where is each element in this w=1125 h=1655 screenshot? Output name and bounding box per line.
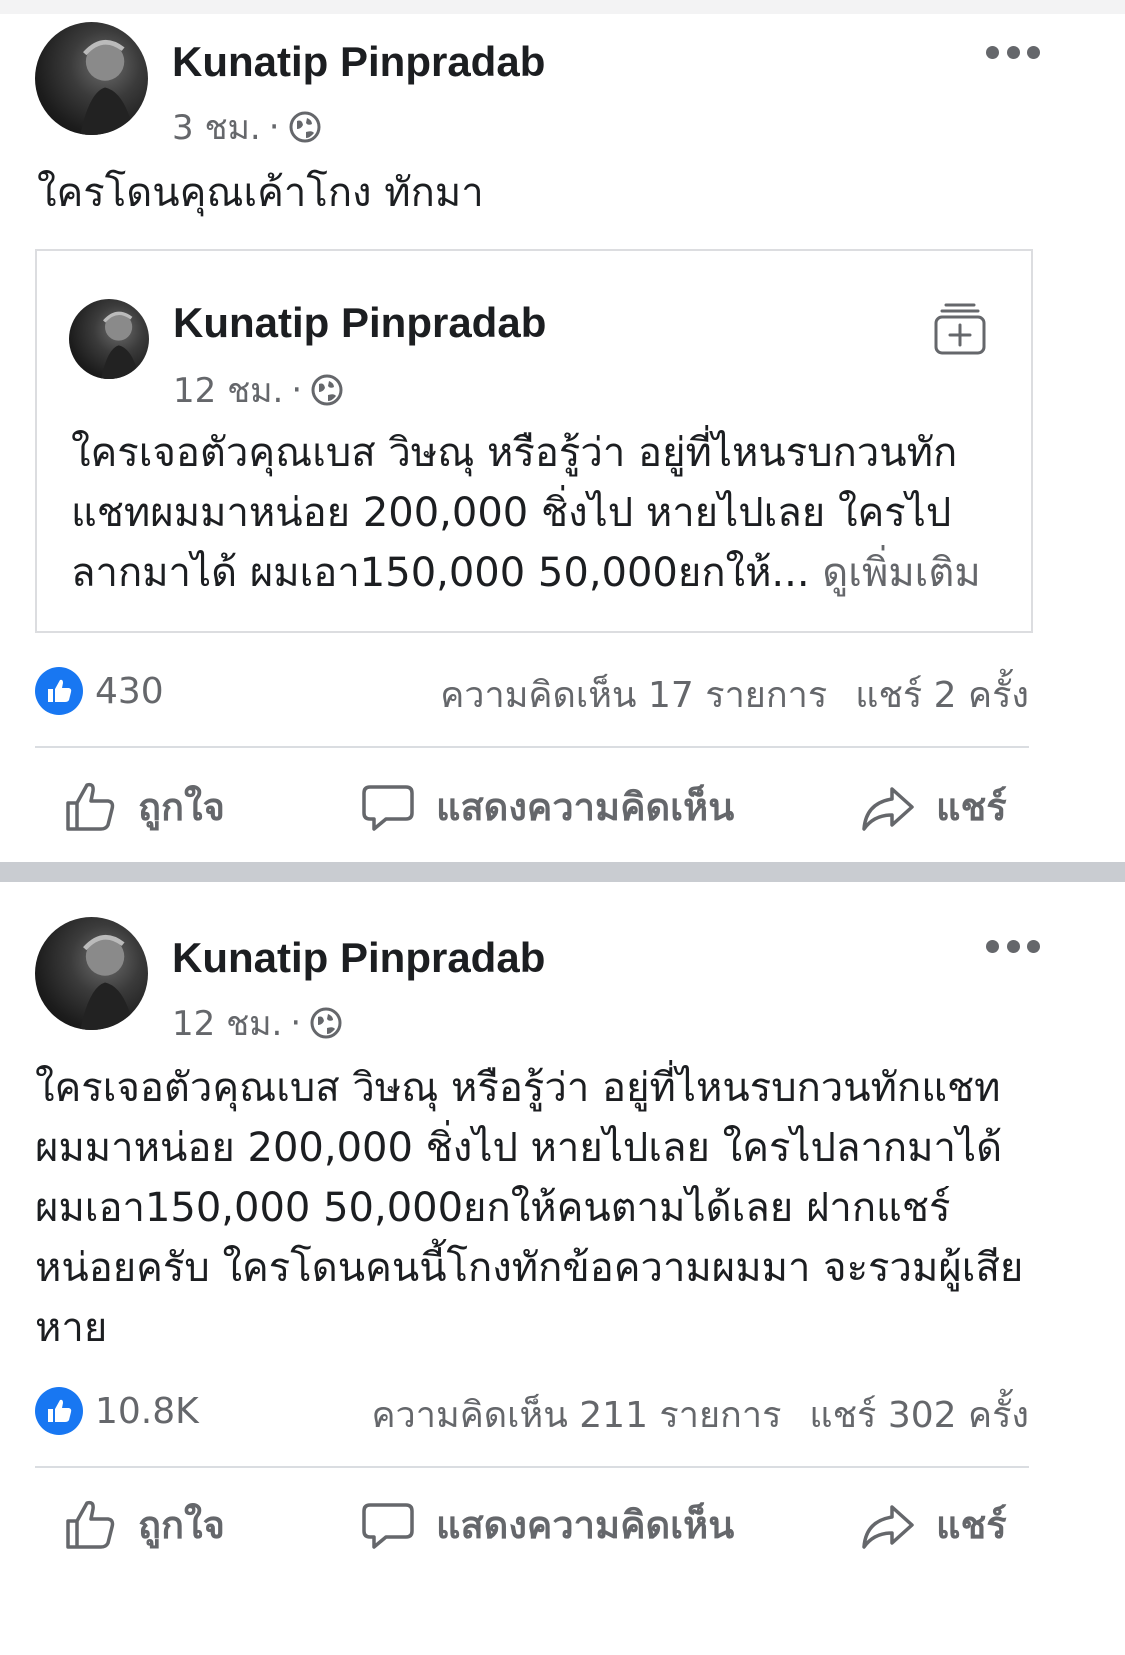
- comment-label: แสดงความคิดเห็น: [436, 785, 735, 829]
- like-count[interactable]: 10.8K: [95, 1391, 199, 1432]
- share-label: แชร์: [936, 785, 1007, 829]
- shared-author-name[interactable]: Kunatip Pinpradab: [173, 299, 546, 347]
- avatar[interactable]: [69, 299, 149, 379]
- like-label: ถูกใจ: [138, 1503, 225, 1547]
- like-reaction-icon[interactable]: [35, 667, 83, 715]
- comment-icon: [362, 1502, 414, 1549]
- like-button[interactable]: ถูกใจ: [62, 776, 225, 837]
- comment-button[interactable]: แสดงความคิดเห็น: [360, 1494, 734, 1555]
- post-stats: 430 ความคิดเห็น 17 รายการ แชร์ 2 ครั้ง: [35, 666, 1029, 716]
- share-button[interactable]: แชร์: [860, 1494, 1007, 1555]
- globe-icon: [288, 110, 322, 144]
- save-to-collection-icon[interactable]: [930, 299, 990, 359]
- share-count[interactable]: แชร์ 2 ครั้ง: [855, 666, 1029, 723]
- comment-button[interactable]: แสดงความคิดเห็น: [360, 776, 734, 837]
- shared-post-meta: 12 ชม. ·: [173, 363, 344, 417]
- stats-right: ความคิดเห็น 17 รายการ แชร์ 2 ครั้ง: [440, 666, 1029, 723]
- comment-count[interactable]: ความคิดเห็น 211 รายการ: [371, 1386, 781, 1443]
- author-name[interactable]: Kunatip Pinpradab: [172, 934, 545, 982]
- like-count[interactable]: 430: [95, 671, 164, 712]
- see-more-link[interactable]: ดูเพิ่มเติม: [822, 550, 980, 596]
- share-label: แชร์: [936, 1503, 1007, 1547]
- thumbs-up-icon: [66, 782, 115, 831]
- comment-label: แสดงความคิดเห็น: [436, 1503, 735, 1547]
- post-text: ใครโดนคุณเค้าโกง ทักมา: [37, 170, 484, 216]
- post-stats: 10.8K ความคิดเห็น 211 รายการ แชร์ 302 คร…: [35, 1386, 1029, 1436]
- post-time[interactable]: 12 ชม.: [172, 996, 282, 1050]
- meta-separator: ·: [291, 370, 303, 410]
- more-options-icon[interactable]: [986, 936, 1040, 956]
- author-name[interactable]: Kunatip Pinpradab: [172, 38, 545, 86]
- post-meta: 12 ชม. ·: [172, 996, 343, 1050]
- post-2: Kunatip Pinpradab 12 ชม. · ใครเจอตัวคุณเ…: [0, 882, 1125, 1655]
- action-bar: ถูกใจ แสดงความคิดเห็น แชร์: [0, 770, 1125, 840]
- share-icon: [862, 1504, 914, 1549]
- shared-post-text: ใครเจอตัวคุณเบส วิษณุ หรือรู้ว่า อยู่ที่…: [71, 423, 991, 603]
- thumbs-up-icon: [66, 1500, 115, 1549]
- globe-icon: [310, 373, 344, 407]
- divider: [35, 1466, 1029, 1468]
- share-button[interactable]: แชร์: [860, 776, 1007, 837]
- action-bar: ถูกใจ แสดงความคิดเห็น แชร์: [0, 1488, 1125, 1558]
- like-button[interactable]: ถูกใจ: [62, 1494, 225, 1555]
- shared-post[interactable]: Kunatip Pinpradab 12 ชม. · ใครเจอตัวคุณเ…: [35, 249, 1033, 633]
- share-icon: [862, 786, 914, 831]
- post-time[interactable]: 3 ชม.: [172, 100, 261, 154]
- share-count[interactable]: แชร์ 302 ครั้ง: [809, 1386, 1029, 1443]
- more-options-icon[interactable]: [986, 42, 1040, 62]
- comment-icon: [362, 784, 414, 831]
- stats-right: ความคิดเห็น 211 รายการ แชร์ 302 ครั้ง: [371, 1386, 1029, 1443]
- meta-separator: ·: [268, 107, 280, 147]
- avatar[interactable]: [35, 22, 148, 135]
- avatar[interactable]: [35, 917, 148, 1030]
- like-reaction-icon[interactable]: [35, 1387, 83, 1435]
- divider: [35, 746, 1029, 748]
- post-meta: 3 ชม. ·: [172, 100, 322, 154]
- globe-icon: [309, 1006, 343, 1040]
- feed-separator: [0, 862, 1125, 882]
- like-label: ถูกใจ: [138, 785, 225, 829]
- shared-post-time[interactable]: 12 ชม.: [173, 363, 283, 417]
- post-1: Kunatip Pinpradab 3 ชม. · ใครโดนคุณเค้าโ…: [0, 0, 1125, 862]
- comment-count[interactable]: ความคิดเห็น 17 รายการ: [440, 666, 827, 723]
- post-text: ใครเจอตัวคุณเบส วิษณุ หรือรู้ว่า อยู่ที่…: [35, 1065, 1024, 1351]
- meta-separator: ·: [290, 1003, 302, 1043]
